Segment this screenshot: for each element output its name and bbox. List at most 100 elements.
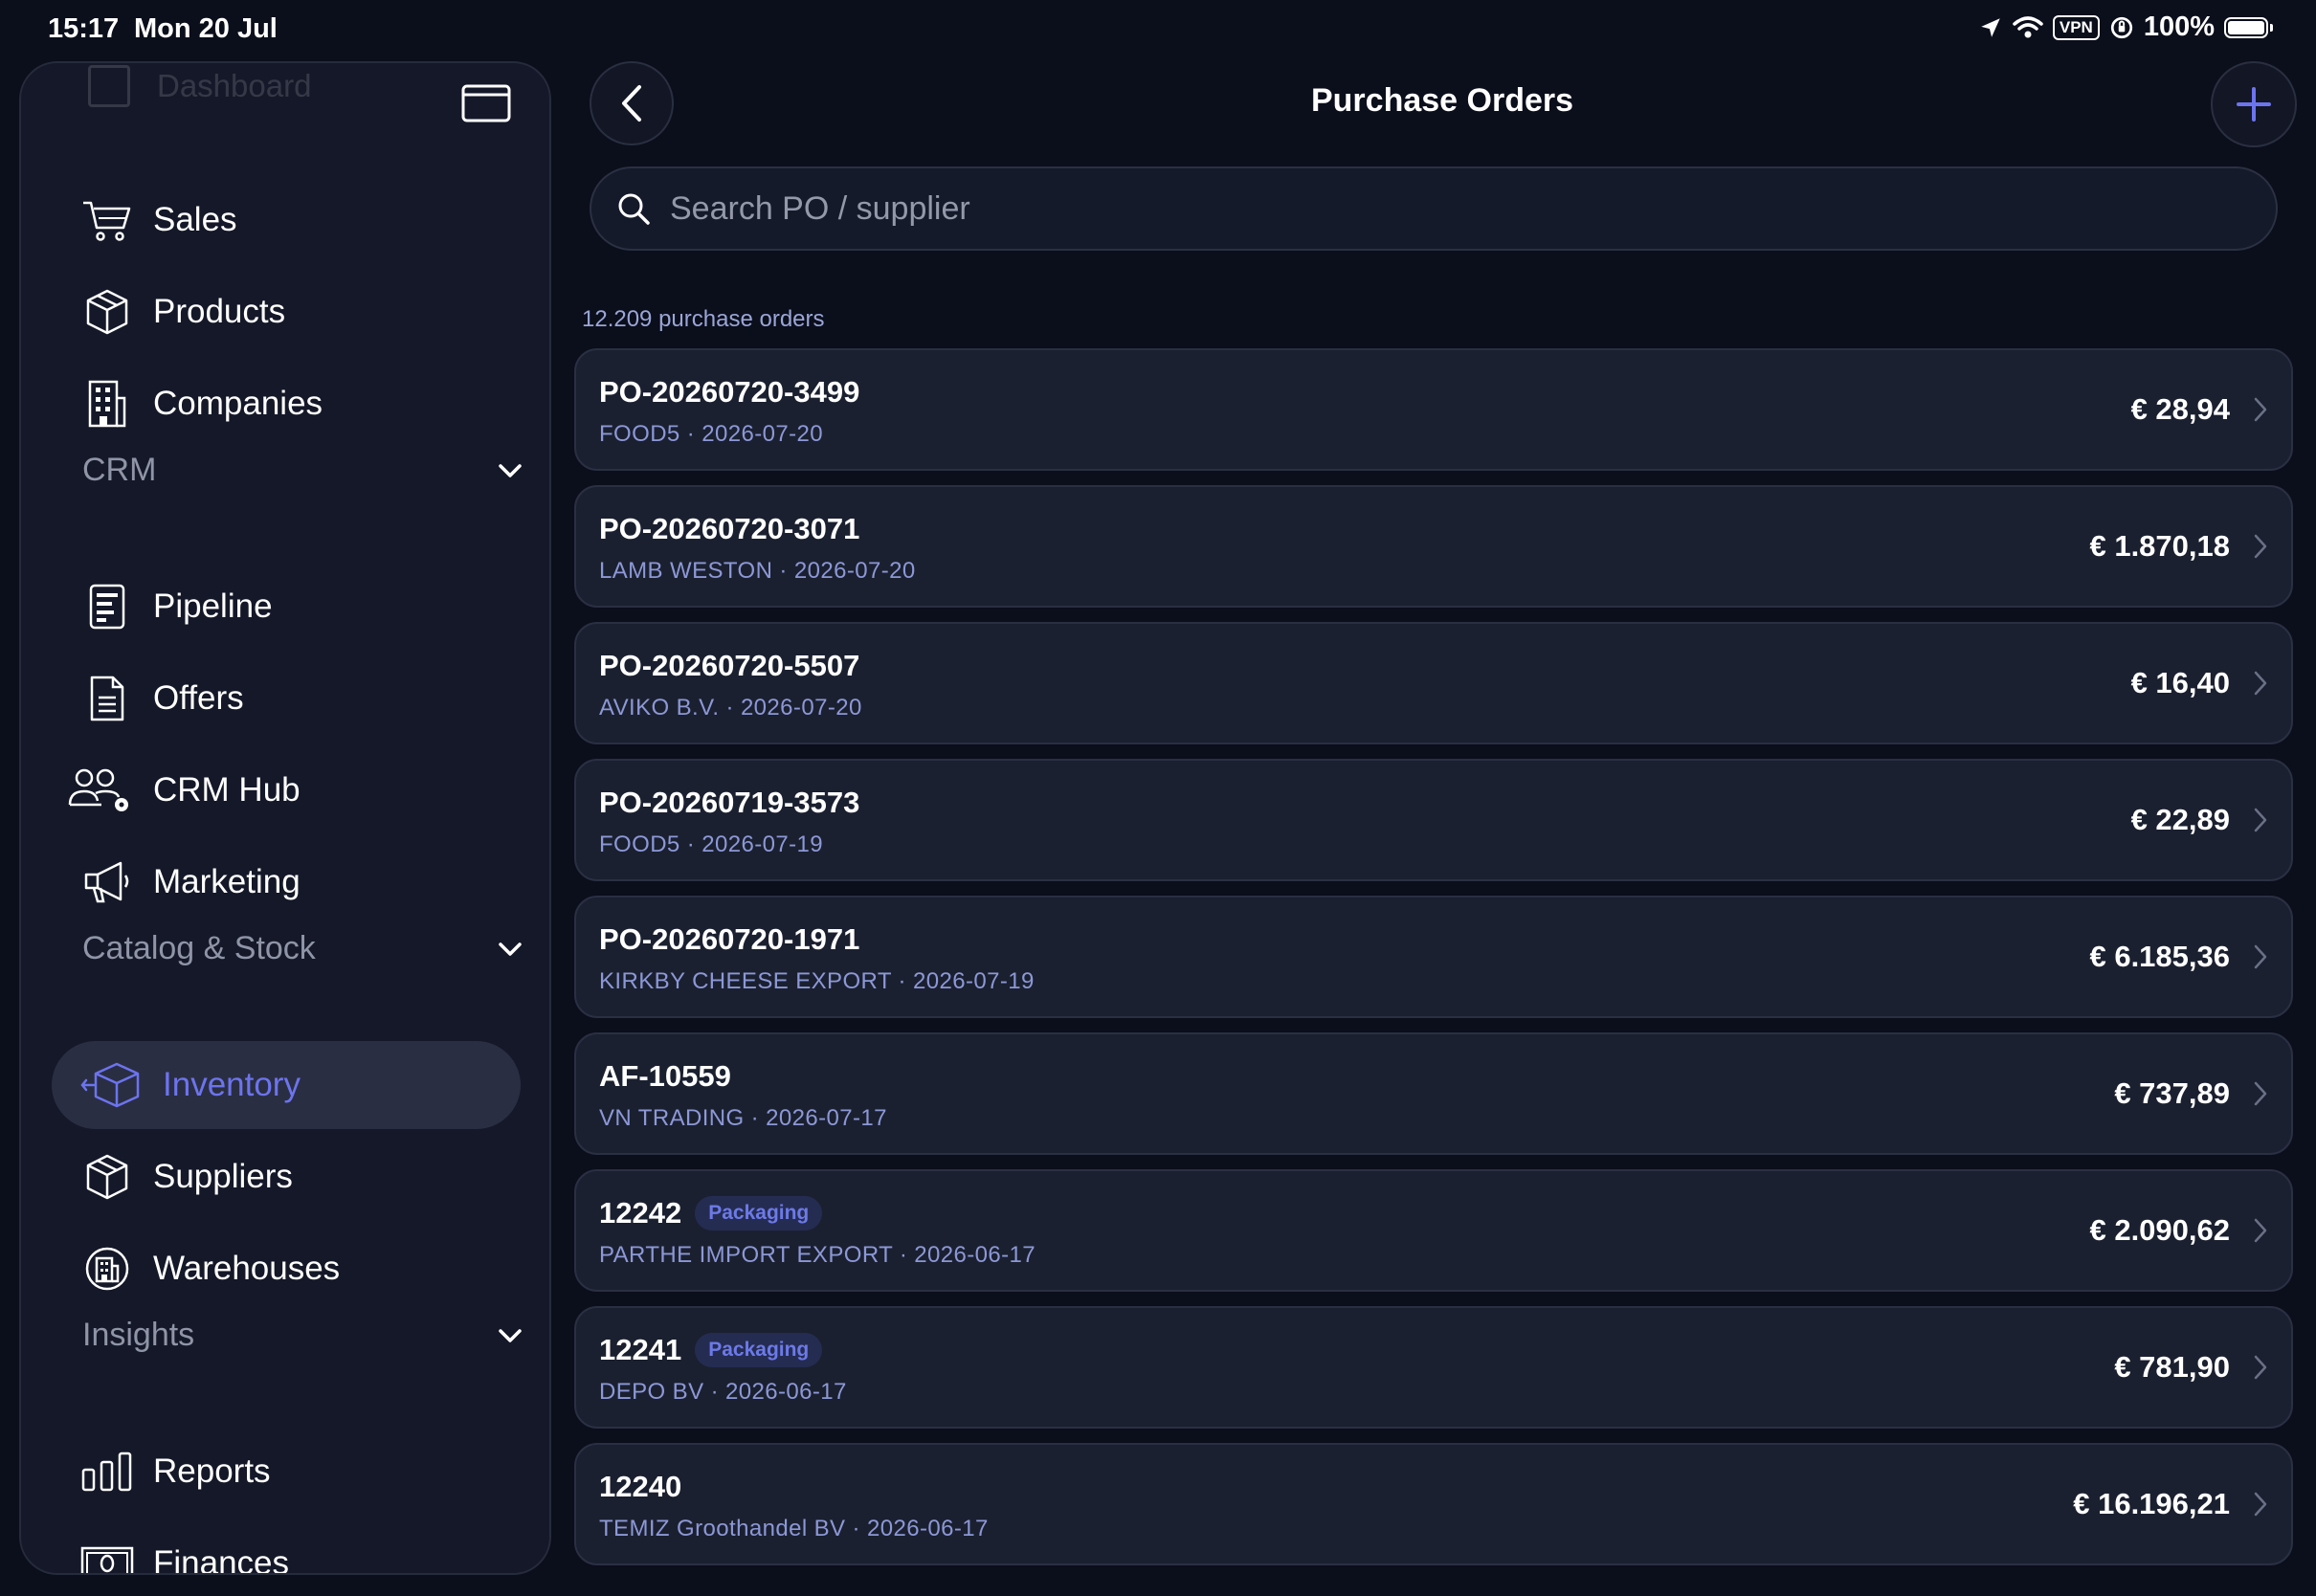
sidebar-item-label: Dashboard [157,68,312,103]
order-amount: € 2.090,62 [2089,1213,2230,1247]
dashboard-icon [88,65,130,107]
supplier-date: AVIKO B.V. · 2026-07-20 [599,695,862,720]
supplier-name: KIRKBY CHEESE EXPORT [599,968,892,994]
order-date: 2026-06-17 [866,1516,989,1541]
search-bar[interactable] [590,166,2278,251]
purchase-order-row[interactable]: PO-20260720-3499 FOOD5 · 2026-07-20 € 28… [574,348,2293,471]
sidebar-item-reports[interactable]: Reports [80,1428,540,1516]
box-icon [86,1154,128,1200]
purchase-order-row[interactable]: PO-20260720-3071 LAMB WESTON · 2026-07-2… [574,485,2293,608]
sidebar-item-marketing[interactable]: Marketing [80,838,540,926]
sidebar-item-inventory[interactable]: Inventory [52,1041,521,1129]
purchase-order-list: PO-20260720-3499 FOOD5 · 2026-07-20 € 28… [574,348,2293,1580]
sidebar-item-label: Inventory [163,1066,301,1103]
order-date: 2026-07-19 [912,968,1035,994]
pipeline-icon [89,584,125,630]
sidebar-item-sales[interactable]: Sales [80,176,540,264]
document-icon [90,676,124,721]
order-count: 12.209 purchase orders [582,306,825,332]
sidebar-item-label: Warehouses [153,1250,341,1287]
order-amount: € 1.870,18 [2089,529,2230,563]
plus-icon [2237,87,2271,122]
building-icon [88,380,126,428]
sidebar-item-label: CRM Hub [153,771,301,809]
section-crm[interactable]: CRM [82,452,523,489]
chevron-right-icon [2254,808,2267,832]
back-button[interactable] [590,61,674,145]
purchase-order-row[interactable]: 12240 TEMIZ Groothandel BV · 2026-06-17 … [574,1443,2293,1565]
supplier-name: VN TRADING [599,1105,745,1131]
sidebar-item-crm-hub[interactable]: CRM Hub [68,746,540,834]
supplier-name: TEMIZ Groothandel BV [599,1516,846,1541]
sidebar-item-finances[interactable]: Finances [80,1519,540,1575]
status-time: 15:17 [48,13,120,44]
order-amount: € 16.196,21 [2073,1487,2230,1520]
po-number: PO-20260719-3573 [599,786,860,819]
purchase-order-row[interactable]: AF-10559 VN TRADING · 2026-07-17 € 737,8… [574,1032,2293,1155]
sidebar-item-label: Reports [153,1452,271,1490]
orientation-lock-icon [2110,16,2132,38]
purchase-order-row[interactable]: PO-20260719-3573 FOOD5 · 2026-07-19 € 22… [574,759,2293,881]
sidebar-item-products[interactable]: Products [80,268,540,356]
sidebar-item-companies[interactable]: Companies [80,360,540,448]
order-date: 2026-07-20 [701,421,823,447]
section-insights[interactable]: Insights [82,1317,523,1354]
sidebar-item-label: Companies [153,385,323,422]
purchase-order-row[interactable]: PO-20260720-5507 AVIKO B.V. · 2026-07-20… [574,622,2293,744]
search-icon [618,193,650,225]
supplier-date: FOOD5 · 2026-07-19 [599,831,823,857]
sidebar-item-offers[interactable]: Offers [80,654,540,743]
order-amount: € 16,40 [2130,666,2230,699]
section-label: Catalog & Stock [82,930,316,966]
category-badge: Packaging [695,1196,823,1230]
order-date: 2026-07-17 [766,1105,887,1131]
order-amount: € 28,94 [2130,392,2230,426]
purchase-order-row[interactable]: 12242 Packaging PARTHE IMPORT EXPORT · 20… [574,1169,2293,1292]
supplier-date: DEPO BV · 2026-06-17 [599,1379,847,1405]
chevron-right-icon [2254,1218,2267,1243]
order-amount: € 22,89 [2130,803,2230,836]
supplier-name: FOOD5 [599,831,680,857]
sidebar-item-label: Sales [153,201,237,238]
sidebar-toggle-icon[interactable] [461,84,511,122]
status-indicators: VPN 100% [1978,11,2273,43]
supplier-date: TEMIZ Groothandel BV · 2026-06-17 [599,1516,989,1541]
chevron-right-icon [2254,944,2267,969]
megaphone-icon [84,861,129,903]
battery-icon [2224,16,2273,38]
sidebar-item-label: Pipeline [153,587,273,625]
cart-icon [83,201,131,241]
vpn-badge: VPN [2052,14,2100,40]
order-amount: € 781,90 [2114,1350,2230,1384]
order-amount: € 6.185,36 [2089,940,2230,973]
chevron-down-icon [499,1328,522,1342]
order-date: 2026-07-19 [701,831,823,857]
po-number: PO-20260720-1971 [599,922,860,956]
supplier-name: FOOD5 [599,421,680,447]
location-arrow-icon [1981,17,2000,37]
supplier-date: FOOD5 · 2026-07-20 [599,421,823,447]
section-catalog-stock[interactable]: Catalog & Stock [82,930,523,967]
sidebar-item-label: Finances [153,1544,290,1575]
purchase-order-row[interactable]: PO-20260720-1971 KIRKBY CHEESE EXPORT · … [574,896,2293,1018]
order-date: 2026-06-17 [725,1379,847,1405]
sidebar-item-pipeline[interactable]: Pipeline [80,563,540,651]
purchase-order-row[interactable]: 12241 Packaging DEPO BV · 2026-06-17 € 78… [574,1306,2293,1429]
add-purchase-order-button[interactable] [2211,61,2297,147]
po-number: PO-20260720-3071 [599,512,860,545]
po-number: 12242 [599,1196,682,1230]
section-label: Insights [82,1317,195,1353]
supplier-name: PARTHE IMPORT EXPORT [599,1242,893,1268]
search-input[interactable] [668,188,2203,229]
sidebar-item-warehouses[interactable]: Warehouses [80,1225,540,1313]
bar-chart-icon [81,1452,132,1492]
sidebar-item-suppliers[interactable]: Suppliers [80,1133,540,1221]
po-number: PO-20260720-5507 [599,649,860,682]
section-label: CRM [82,452,157,488]
supplier-name: DEPO BV [599,1379,704,1405]
sidebar-item-label: Products [153,293,286,330]
chevron-right-icon [2254,397,2267,422]
po-number: PO-20260720-3499 [599,375,860,409]
status-date: Mon 20 Jul [134,13,278,44]
sidebar-item-dashboard[interactable]: Dashboard [88,65,311,107]
